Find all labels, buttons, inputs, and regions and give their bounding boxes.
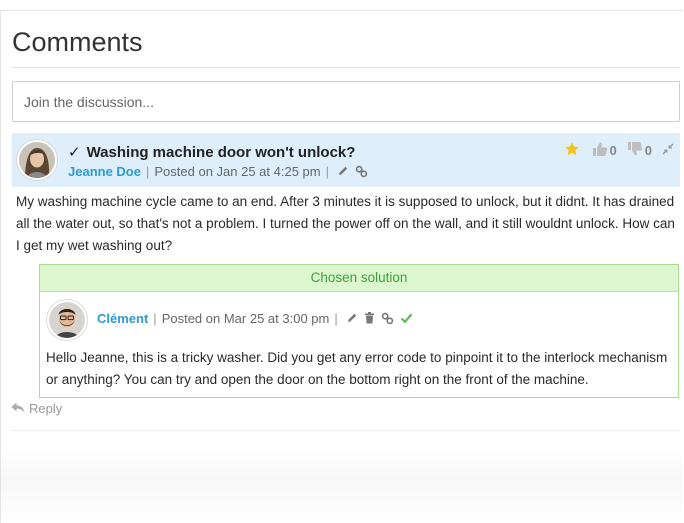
thread-header: ✓ Washing machine door won't unlock? Jean… [12,133,680,187]
pencil-icon[interactable] [337,165,349,180]
chosen-solution: Chosen solution Clément | Posted on Mar 25… [39,264,679,398]
link-icon[interactable] [381,312,394,328]
checkmark-icon: ✓ [68,144,81,161]
thread-author-link[interactable]: Jeanne Doe [68,164,141,179]
checkmark-icon[interactable] [400,312,413,327]
reply-arrow-icon [11,401,25,416]
avatar[interactable] [17,140,57,180]
avatar[interactable] [47,300,87,340]
solution-author-link[interactable]: Clément [97,311,148,326]
reply-label: Reply [29,401,63,416]
meta-separator: | [153,311,157,326]
discussion-input[interactable] [12,81,680,122]
thread-body: My washing machine cycle came to an end.… [16,194,675,253]
star-icon[interactable] [564,141,580,160]
solution-meta: Clément | Posted on Mar 25 at 3:00 pm | [97,311,416,328]
thumbs-down-icon[interactable] [627,141,643,160]
downvote-count: 0 [644,142,652,158]
page-title: Comments [12,27,143,57]
avatar-jeanne-icon [19,142,55,178]
trash-icon[interactable] [364,312,375,327]
meta-separator: | [325,164,329,179]
upvote-count: 0 [609,142,617,158]
pencil-icon[interactable] [346,312,358,327]
thread-title[interactable]: ✓ Washing machine door won't unlock? [68,143,355,161]
solution-posted-date: Posted on Mar 25 at 3:00 pm [161,311,330,326]
meta-separator: | [334,311,338,326]
meta-separator: | [145,164,150,179]
avatar-clement-icon [49,302,85,338]
solution-body: Hello Jeanne, this is a tricky washer. D… [46,350,668,387]
vote-bar: 0 0 [564,141,674,159]
collapse-arrows-icon[interactable] [662,143,674,158]
thread-meta: Jeanne Doe | Posted on Jan 25 at 4:25 pm | [68,164,371,181]
solution-header: Chosen solution [40,265,678,292]
bottom-fade [1,450,683,523]
title-divider [12,67,680,68]
thread-posted-date: Posted on Jan 25 at 4:25 pm [154,164,321,179]
thumbs-up-icon[interactable] [592,141,608,160]
link-icon[interactable] [355,165,368,181]
thread-title-text: Washing machine door won't unlock? [86,144,356,161]
section-divider [12,430,680,431]
reply-button[interactable]: Reply [11,401,62,416]
